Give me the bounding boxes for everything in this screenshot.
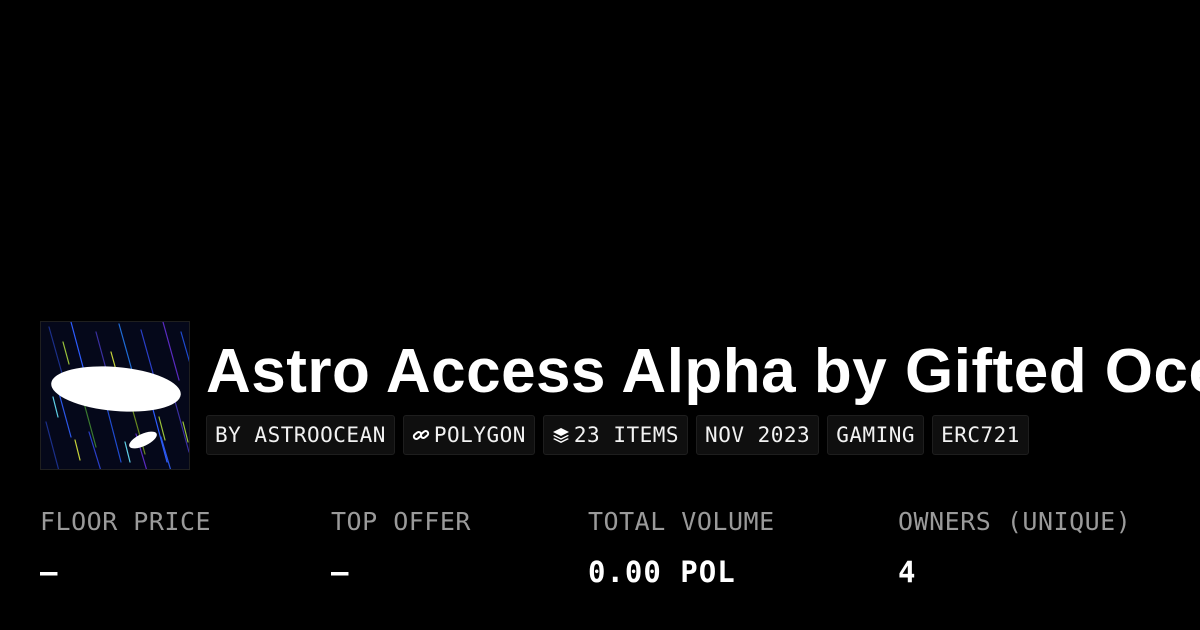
date-tag: NOV 2023: [696, 415, 820, 455]
category-tag-label: GAMING: [836, 423, 916, 447]
standard-tag-label: ERC721: [941, 423, 1020, 447]
total-volume-stat: TOTAL VOLUME 0.00 POL: [588, 505, 775, 589]
floor-price-value: –: [40, 555, 59, 589]
top-offer-value: –: [331, 555, 350, 589]
floor-price-stat: FLOOR PRICE –: [40, 505, 211, 589]
category-tag[interactable]: GAMING: [827, 415, 925, 455]
owners-label: OWNERS (UNIQUE): [898, 507, 1132, 536]
items-tag-label: 23 ITEMS: [573, 423, 680, 447]
standard-tag: ERC721: [932, 415, 1029, 455]
date-tag-label: NOV 2023: [705, 423, 811, 447]
chain-tag-label: POLYGON: [433, 423, 526, 447]
creator-tag-label: BY ASTROOCEAN: [215, 423, 386, 447]
items-tag[interactable]: 23 ITEMS: [542, 415, 689, 455]
top-offer-label: TOP OFFER: [331, 507, 471, 536]
chain-tag[interactable]: POLYGON: [402, 415, 535, 455]
top-offer-stat: TOP OFFER –: [331, 505, 471, 589]
owners-stat: OWNERS (UNIQUE) 4: [898, 505, 1131, 589]
total-volume-value: 0.00 POL: [588, 555, 736, 589]
collection-tags: BY ASTROOCEAN POLYGON 23 ITEMS NOV 2023 …: [206, 415, 1029, 455]
owners-value: 4: [898, 555, 917, 589]
layers-icon: [552, 426, 570, 444]
link-icon: [412, 426, 430, 444]
floor-price-label: FLOOR PRICE: [40, 507, 212, 536]
page-title: Astro Access Alpha by Gifted Oce: [206, 337, 1200, 406]
collection-artwork-icon: [41, 322, 189, 469]
total-volume-label: TOTAL VOLUME: [588, 507, 775, 536]
collection-avatar: [40, 321, 190, 470]
creator-tag[interactable]: BY ASTROOCEAN: [206, 415, 395, 455]
